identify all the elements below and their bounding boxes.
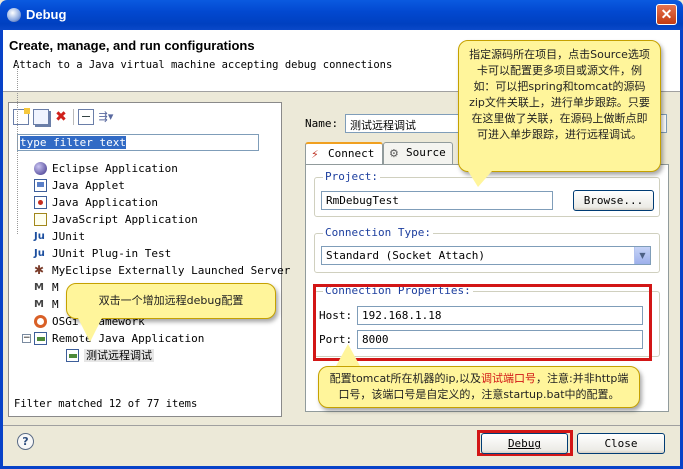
- callout-tail: [468, 171, 492, 187]
- footer-divider: [3, 425, 680, 426]
- callout-host-port: 配置tomcat所在机器的ip,以及调试端口号，注意:并非http端口号，该端口…: [318, 366, 640, 408]
- tab-source[interactable]: ⚙ Source: [383, 142, 453, 164]
- tab-label: Source: [406, 146, 446, 159]
- filter-input-text: type filter text: [20, 136, 126, 149]
- tree-item-junit-plugin-test[interactable]: Ju JUnit Plug-in Test: [22, 245, 280, 262]
- junit-icon: Ju: [34, 231, 45, 242]
- eclipse-icon: [34, 162, 47, 175]
- java-app-icon: [34, 196, 47, 209]
- project-legend: Project:: [323, 170, 380, 183]
- tree-item-myeclipse-server[interactable]: ✱ MyEclipse Externally Launched Server: [22, 262, 290, 279]
- dialog-subtitle: Attach to a Java virtual machine accepti…: [13, 59, 393, 71]
- connection-type-legend: Connection Type:: [323, 226, 433, 239]
- window-border-left: [0, 30, 3, 469]
- duplicate-config-icon[interactable]: [33, 109, 49, 125]
- tab-connect[interactable]: ⚡ Connect: [305, 142, 383, 165]
- callout-tail: [78, 318, 102, 342]
- osgi-icon: [34, 315, 47, 328]
- filter-status: Filter matched 12 of 77 items: [14, 398, 198, 410]
- callout-source-text: 指定源码所在项目，点击Source选项卡可以配置更多项目或源文件，例如：可以把s…: [469, 48, 650, 141]
- tree-item-label: Eclipse Application: [52, 162, 178, 175]
- config-tree: Eclipse Application Java Applet Java App…: [22, 160, 290, 364]
- toolbar-separator: [73, 109, 74, 125]
- browse-button[interactable]: Browse...: [573, 190, 654, 211]
- tree-item-label: JavaScript Application: [52, 213, 198, 226]
- applet-icon: [34, 179, 47, 192]
- callout-source-tab: 指定源码所在项目，点击Source选项卡可以配置更多项目或源文件，例如：可以把s…: [458, 40, 661, 172]
- collapse-toggle-icon[interactable]: −: [22, 334, 31, 343]
- tree-item-label: MyEclipse Externally Launched Server: [52, 264, 291, 277]
- tree-item-remote-debug-config[interactable]: 测试远程调试: [22, 347, 280, 364]
- tree-item-label: JUnit: [52, 230, 86, 243]
- connection-type-select[interactable]: Standard (Socket Attach) ▼: [321, 246, 651, 265]
- tree-item-remote-java-application[interactable]: − Remote Java Application: [22, 330, 280, 347]
- tree-item-label: M: [52, 281, 59, 294]
- connection-type-group: Connection Type: Standard (Socket Attach…: [314, 226, 660, 273]
- filter-input[interactable]: type filter text: [17, 134, 259, 151]
- tree-item-javascript-application[interactable]: JavaScript Application: [22, 211, 280, 228]
- tree-item-label: 测试远程调试: [84, 349, 154, 362]
- tree-item-label: JUnit Plug-in Test: [52, 247, 172, 260]
- tree-item-eclipse-application[interactable]: Eclipse Application: [22, 160, 280, 177]
- eclipse-app-icon: [7, 8, 21, 22]
- close-icon[interactable]: ✕: [656, 4, 677, 25]
- tab-label: Connect: [328, 147, 375, 160]
- tree-item-java-application[interactable]: Java Application: [22, 194, 280, 211]
- debug-button[interactable]: Debug: [481, 433, 568, 454]
- close-button[interactable]: Close: [577, 433, 665, 454]
- callout-host-port-text-red: 调试端口号: [481, 372, 537, 385]
- connect-icon: ⚡: [311, 148, 319, 161]
- m-icon: M: [34, 282, 44, 293]
- myeclipse-server-icon: ✱: [34, 263, 45, 277]
- m-icon: M: [34, 299, 44, 310]
- tree-guide-line: [17, 64, 18, 234]
- help-icon[interactable]: ?: [17, 433, 34, 450]
- debug-button-label: Debug: [507, 437, 542, 450]
- junit-plugin-icon: Ju: [34, 248, 45, 259]
- connection-type-value: Standard (Socket Attach): [326, 249, 485, 262]
- delete-config-icon[interactable]: ✖: [53, 109, 69, 125]
- remote-java-icon: [34, 332, 47, 345]
- tree-item-label: M: [52, 298, 59, 311]
- collapse-all-icon[interactable]: [78, 109, 94, 125]
- dialog-title: Create, manage, and run configurations: [9, 38, 255, 53]
- tree-item-label: Java Application: [52, 196, 158, 209]
- chevron-down-icon[interactable]: ▼: [634, 247, 650, 264]
- callout-double-click: 双击一个增加远程debug配置: [66, 283, 276, 319]
- project-input[interactable]: RmDebugTest: [321, 191, 553, 210]
- callout-host-port-text-pre: 配置tomcat所在机器的ip,以及: [329, 372, 482, 385]
- title-bar: Debug ✕: [0, 0, 683, 30]
- window-title: Debug: [26, 7, 67, 22]
- source-icon: ⚙: [389, 147, 399, 160]
- callout-double-click-text: 双击一个增加远程debug配置: [98, 294, 244, 307]
- tree-item-java-applet[interactable]: Java Applet: [22, 177, 280, 194]
- remote-config-icon: [66, 349, 79, 362]
- connection-properties-highlight: [313, 284, 652, 361]
- new-config-icon[interactable]: [13, 108, 30, 125]
- tree-item-label: Java Applet: [52, 179, 125, 192]
- javascript-icon: [34, 213, 47, 226]
- config-toolbar: ✖ ⇶▾: [13, 107, 114, 127]
- callout-tail: [336, 344, 360, 366]
- name-label: Name:: [305, 117, 339, 130]
- tree-item-label: Remote Java Application: [52, 332, 205, 345]
- tree-item-junit[interactable]: Ju JUnit: [22, 228, 280, 245]
- filter-menu-icon[interactable]: ⇶▾: [98, 109, 114, 125]
